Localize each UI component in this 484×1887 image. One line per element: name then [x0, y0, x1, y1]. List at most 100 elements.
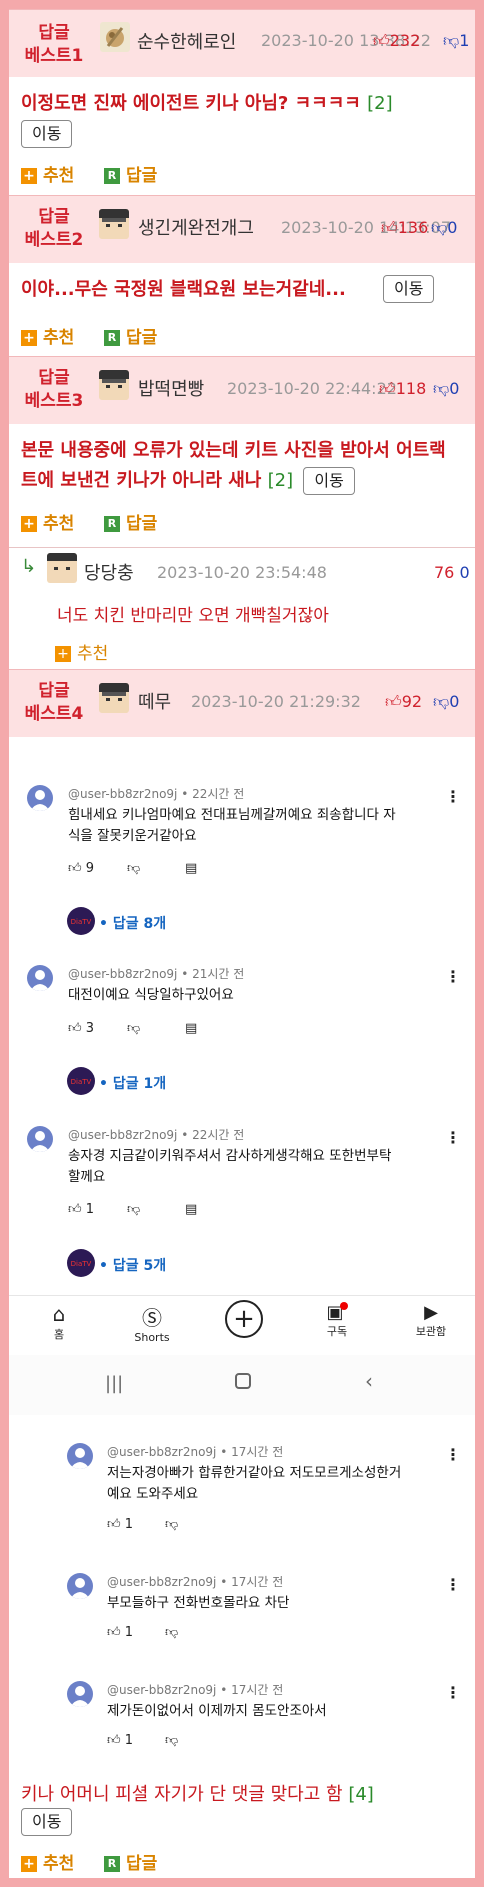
- comment-text: 저는자경아빠가 합류한거같아요 저도모르게소성한거 예요 도와주세요: [107, 1465, 402, 1502]
- youtube-bottom-nav: ⌂ 홈 Ⓢ Shorts + ▣ 구독 ▶ 보관함: [9, 1295, 475, 1355]
- comment-handle[interactable]: @user-bb8zr2no9j • 17시간 전: [107, 1681, 283, 1698]
- like-button[interactable]: 👍︎ 1: [107, 1733, 133, 1751]
- more-options-icon[interactable]: ⋮: [445, 1575, 461, 1594]
- move-button[interactable]: 이동: [303, 467, 355, 495]
- comment-body: 본문 내용중에 오류가 있는데 키트 사진을 받아서 어트랙트에 보낸건 키나가…: [21, 436, 461, 496]
- like-button[interactable]: 👍︎ 9: [68, 861, 94, 879]
- plus-icon: +: [21, 330, 37, 346]
- reply-icon: R: [104, 1856, 120, 1872]
- upvote-count[interactable]: 👍︎232: [373, 31, 423, 51]
- downvote-count[interactable]: 👎︎0: [433, 692, 459, 712]
- channel-avatar: DiaTV: [67, 1067, 95, 1095]
- plus-circle-icon: +: [225, 1300, 263, 1338]
- comment-body: 이정도면 진짜 에이전트 키나 아님? ㅋㅋㅋㅋ [2] 이동: [21, 89, 461, 149]
- thumb-down-icon: 👎︎: [127, 1202, 141, 1217]
- comment-handle[interactable]: @user-bb8zr2no9j • 22시간 전: [68, 1126, 244, 1143]
- comment-handle[interactable]: @user-bb8zr2no9j • 17시간 전: [107, 1443, 283, 1460]
- like-button[interactable]: 👍︎ 1: [68, 1202, 94, 1220]
- downvote-count[interactable]: 👎︎1: [443, 31, 469, 51]
- author-nickname[interactable]: 밥떡면빵: [138, 375, 204, 401]
- reply-button[interactable]: R 답글: [104, 509, 157, 534]
- like-button[interactable]: 👍︎ 3: [68, 1021, 94, 1039]
- author-nickname[interactable]: 생긴게완전개그: [138, 214, 254, 240]
- downvote-count[interactable]: 👎︎0: [433, 379, 459, 399]
- recommend-button[interactable]: + 추천: [21, 509, 74, 534]
- author-nickname[interactable]: 당당충: [84, 559, 134, 585]
- nav-home[interactable]: ⌂ 홈: [19, 1302, 99, 1342]
- like-button[interactable]: 👍︎ 1: [107, 1625, 133, 1643]
- comment-text: 부모들하구 전화번호몰라요 차단: [107, 1595, 290, 1611]
- more-options-icon[interactable]: ⋮: [445, 967, 461, 986]
- dislike-button[interactable]: 👎︎: [127, 1021, 140, 1039]
- nav-library[interactable]: ▶ 보관함: [391, 1302, 471, 1339]
- back-icon[interactable]: ‹: [365, 1369, 373, 1393]
- more-options-icon[interactable]: ⋮: [445, 1445, 461, 1464]
- channel-avatar: DiaTV: [67, 1249, 95, 1277]
- post-date: 2023-10-20 23:54:48: [157, 563, 327, 582]
- nav-subscriptions[interactable]: ▣ 구독: [297, 1302, 377, 1339]
- more-options-icon[interactable]: ⋮: [445, 1683, 461, 1702]
- svg-text:DiaTV: DiaTV: [71, 1260, 92, 1268]
- recommend-button[interactable]: + 추천: [21, 323, 74, 348]
- recent-apps-icon[interactable]: |||: [105, 1373, 123, 1394]
- create-button[interactable]: +: [204, 1300, 284, 1338]
- thumb-up-icon: 👍︎: [107, 1625, 121, 1640]
- avatar: [99, 683, 129, 713]
- reply-text: 너도 치킨 반마리만 오면 개빡칠거잖아: [57, 606, 329, 626]
- comment-handle[interactable]: @user-bb8zr2no9j • 22시간 전: [68, 785, 244, 802]
- reply-score: 76 0: [434, 563, 470, 582]
- nav-shorts[interactable]: Ⓢ Shorts: [112, 1302, 192, 1344]
- more-options-icon[interactable]: ⋮: [445, 1128, 461, 1147]
- replies-link[interactable]: • 답글 5개: [99, 1255, 166, 1275]
- home-icon: ⌂: [52, 1302, 66, 1326]
- plus-icon: +: [21, 516, 37, 532]
- like-button[interactable]: 👍︎ 1: [107, 1517, 133, 1535]
- upvote-count[interactable]: 👍︎118: [379, 379, 426, 399]
- move-button[interactable]: 이동: [21, 120, 73, 148]
- comment-handle[interactable]: @user-bb8zr2no9j • 17시간 전: [107, 1573, 283, 1590]
- dislike-button[interactable]: 👎︎: [127, 1202, 140, 1220]
- reply-button[interactable]: R 답글: [104, 161, 157, 186]
- move-button[interactable]: 이동: [383, 275, 435, 303]
- upvote-count[interactable]: 👍︎136: [381, 218, 428, 238]
- plus-icon: +: [21, 1856, 37, 1872]
- recommend-button[interactable]: + 추천: [21, 1849, 74, 1874]
- thumb-up-icon: 👍︎: [68, 1202, 82, 1217]
- home-system-icon[interactable]: [235, 1373, 251, 1389]
- reply-button[interactable]: R 답글: [104, 323, 157, 348]
- thumb-down-icon: 👎︎: [127, 1021, 141, 1036]
- best-comment-header-4: 답글 베스트4 떼무 2023-10-20 21:29:32 👍︎92 👎︎0: [9, 669, 475, 737]
- comment-text: 제가돈이없어서 이제까지 몸도안조아서: [107, 1703, 327, 1719]
- replies-link[interactable]: • 답글 8개: [99, 913, 166, 933]
- svg-text:DiaTV: DiaTV: [71, 1078, 92, 1086]
- upvote-count[interactable]: 👍︎92: [385, 692, 422, 712]
- author-nickname[interactable]: 떼무: [138, 688, 171, 714]
- comment-handle[interactable]: @user-bb8zr2no9j • 21시간 전: [68, 965, 244, 982]
- recommend-button[interactable]: + 추천: [55, 639, 108, 664]
- downvote-count[interactable]: 👎︎0: [431, 218, 457, 238]
- dislike-button[interactable]: 👎︎: [165, 1625, 178, 1643]
- thumb-up-icon: 👍︎: [68, 1021, 82, 1036]
- comment-text: 힘내세요 키나엄마예요 전대표님께갈꺼예요 죄송합니다 자 식을 잘못키운거같아요: [68, 807, 396, 844]
- avatar: [47, 553, 77, 583]
- dislike-button[interactable]: 👎︎: [127, 861, 140, 879]
- thumb-up-icon: 👍︎: [385, 692, 402, 711]
- dislike-button[interactable]: 👎︎: [165, 1733, 178, 1751]
- thumb-down-icon: 👎︎: [433, 692, 450, 711]
- reply-icon[interactable]: ▤: [185, 1021, 197, 1039]
- more-options-icon[interactable]: ⋮: [445, 787, 461, 806]
- dislike-button[interactable]: 👎︎: [165, 1517, 178, 1535]
- reply-button[interactable]: R 답글: [104, 1849, 157, 1874]
- author-nickname[interactable]: 순수한헤로인: [137, 28, 236, 54]
- user-avatar: [27, 785, 53, 811]
- thumb-up-icon: 👍︎: [379, 379, 396, 398]
- post-date: 2023-10-20 22:44:22: [227, 379, 397, 398]
- reply-icon[interactable]: ▤: [185, 1202, 197, 1220]
- replies-link[interactable]: • 답글 1개: [99, 1073, 166, 1093]
- recommend-button[interactable]: + 추천: [21, 161, 74, 186]
- move-button[interactable]: 이동: [21, 1808, 73, 1836]
- avatar: [99, 370, 129, 400]
- thumb-up-icon: 👍︎: [107, 1733, 121, 1748]
- best-badge-2: 답글 베스트2: [24, 207, 84, 250]
- reply-icon[interactable]: ▤: [185, 861, 197, 879]
